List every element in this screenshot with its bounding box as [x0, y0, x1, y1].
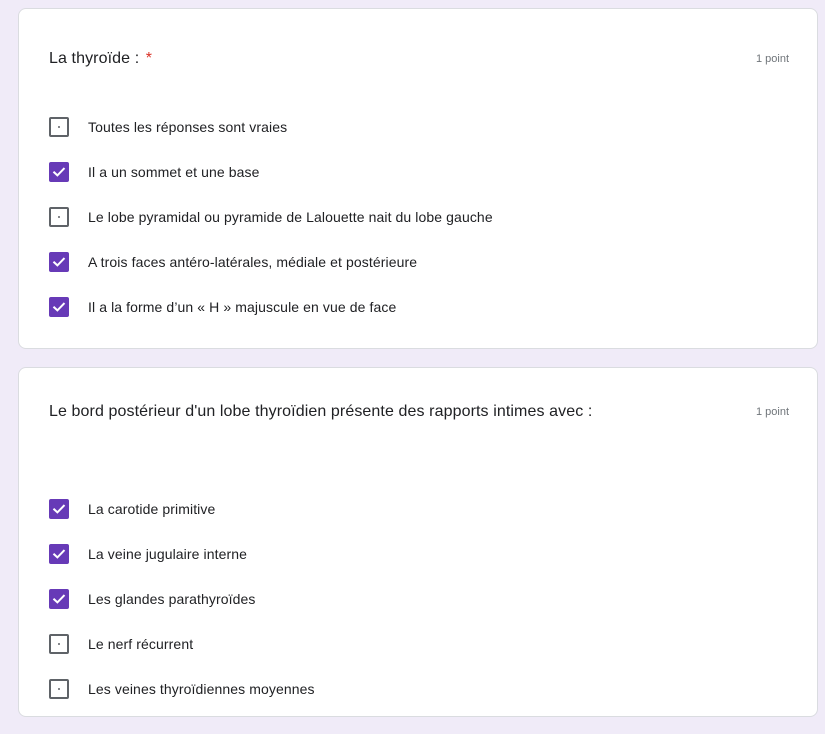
checkbox-option[interactable]: Toutes les réponses sont vraies [49, 104, 789, 149]
checkbox-option[interactable]: Les glandes parathyroïdes [49, 576, 789, 621]
checkbox-option[interactable]: Le nerf récurrent [49, 621, 789, 666]
checkbox-option[interactable]: La veine jugulaire interne [49, 531, 789, 576]
checkbox-unchecked[interactable] [49, 206, 69, 227]
checkbox-center-dot [58, 125, 60, 128]
checkmark-icon [52, 548, 66, 559]
question-header: La thyroïde : * 1 point [49, 47, 789, 71]
checkbox-checked[interactable] [49, 296, 69, 317]
option-label[interactable]: Le lobe pyramidal ou pyramide de Lalouet… [88, 207, 493, 227]
checkbox-center-dot [58, 215, 60, 218]
points-label: 1 point [755, 53, 789, 65]
checkbox-option[interactable]: Il a un sommet et une base [49, 149, 789, 194]
option-label[interactable]: Le nerf récurrent [88, 634, 193, 654]
checkbox-center-dot [58, 687, 60, 690]
checkmark-icon [52, 503, 66, 514]
checkbox-unchecked[interactable] [49, 633, 69, 654]
checkbox-unchecked[interactable] [49, 116, 69, 137]
checkbox-checked[interactable] [49, 161, 69, 182]
required-asterisk: * [145, 50, 153, 67]
checkbox-center-dot [58, 642, 60, 645]
question-title: Le bord postérieur d'un lobe thyroïdien … [49, 403, 593, 420]
option-label[interactable]: Les veines thyroïdiennes moyennes [88, 679, 315, 699]
option-label[interactable]: Il a la forme d’un « H » majuscule en vu… [88, 297, 396, 317]
option-label[interactable]: La veine jugulaire interne [88, 544, 247, 564]
option-label[interactable]: Il a un sommet et une base [88, 162, 259, 182]
checkbox-option[interactable]: Le lobe pyramidal ou pyramide de Lalouet… [49, 194, 789, 239]
checkbox-checked[interactable] [49, 543, 69, 564]
checkmark-icon [52, 593, 66, 604]
checkmark-icon [52, 256, 66, 267]
question-card-bord-posterieur: Le bord postérieur d'un lobe thyroïdien … [18, 367, 818, 717]
checkbox-option[interactable]: A trois faces antéro-latérales, médiale … [49, 239, 789, 284]
points-label: 1 point [755, 406, 789, 418]
checkbox-option[interactable]: La carotide primitive [49, 486, 789, 531]
checkbox-option[interactable]: Les veines thyroïdiennes moyennes [49, 666, 789, 711]
checkbox-checked[interactable] [49, 251, 69, 272]
option-label[interactable]: Toutes les réponses sont vraies [88, 117, 287, 137]
question-header: Le bord postérieur d'un lobe thyroïdien … [49, 400, 789, 424]
question-title: La thyroïde : * [49, 50, 153, 67]
checkmark-icon [52, 166, 66, 177]
checkbox-checked[interactable] [49, 498, 69, 519]
options-list: Toutes les réponses sont vraies Il a un s… [49, 104, 789, 329]
option-label[interactable]: A trois faces antéro-latérales, médiale … [88, 252, 417, 272]
checkbox-unchecked[interactable] [49, 678, 69, 699]
checkbox-checked[interactable] [49, 588, 69, 609]
question-card-thyroide: La thyroïde : * 1 point Toutes les répon… [18, 8, 818, 349]
option-label[interactable]: Les glandes parathyroïdes [88, 589, 256, 609]
checkbox-option[interactable]: Il a la forme d’un « H » majuscule en vu… [49, 284, 789, 329]
checkmark-icon [52, 301, 66, 312]
option-label[interactable]: La carotide primitive [88, 499, 215, 519]
options-list: La carotide primitive La veine jugulaire … [49, 486, 789, 711]
